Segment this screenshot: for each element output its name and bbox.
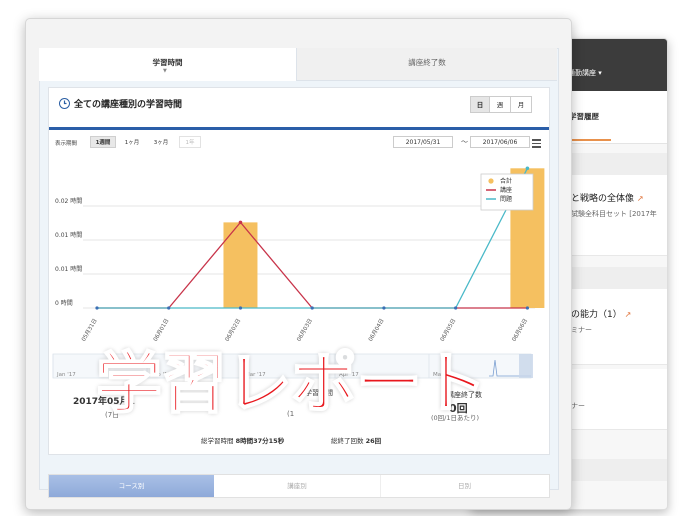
range-1year-button[interactable]: 1年 [179,136,201,148]
back-section-band [567,153,667,175]
external-link-icon: ↗ [636,194,644,203]
x-tick-label: 06月06日 [511,318,530,343]
tab-courses-completed[interactable]: 講座終了数 [297,48,557,81]
period-day-button[interactable]: 日 [470,96,490,113]
legend-label: 講座 [500,186,512,194]
tab-study-history[interactable]: 学習履歴 [569,111,599,122]
headline-title: 学習レポート [95,344,488,423]
period-month-button[interactable]: 月 [510,96,532,113]
back-item-subtitle: ミナー [571,326,592,334]
tab-study-time[interactable]: 学習時間 ▼ [39,48,297,81]
y-tick-label: 0.02 時間 [55,197,82,205]
back-item-subtitle: 試験全科目セット [2017年 [571,210,657,218]
tab-by-lecture[interactable]: 講座別 [214,475,381,497]
chart-menu-icon[interactable] [532,139,541,150]
navigator-label: Jan '17 [56,372,76,378]
range-1month-button[interactable]: 1ヶ月 [119,136,145,148]
active-tab-indicator [567,139,611,141]
data-point [310,306,314,310]
display-period-label: 表示期間 [55,141,78,147]
external-link-icon: ↗ [624,310,632,319]
card-title: 全ての講座種別の学習時間 [59,97,182,110]
date-from-input[interactable]: 2017/05/31 [393,136,453,148]
tab-by-course[interactable]: コース別 [49,475,214,497]
bar-total [223,222,258,308]
data-point [525,166,530,171]
y-tick-label: 0.01 時間 [55,231,82,239]
data-point [167,306,171,310]
period-week-button[interactable]: 週 [489,96,511,113]
main-window: 学習時間 ▼ 講座終了数 全ての講座種別の学習時間 日 週 月 表示期間 1週間… [25,18,572,510]
legend-marker [488,178,494,184]
tab-caret-icon: ▼ [163,68,167,74]
range-3month-button[interactable]: 3ヶ月 [148,136,174,148]
tab-by-day[interactable]: 日別 [380,475,549,497]
back-menu-dropdown[interactable]: 通勤講座 ▾ [568,68,602,78]
data-point [238,306,243,310]
back-section-band [567,459,667,481]
navigator-handle [519,354,533,378]
range-1week-button[interactable]: 1週間 [90,136,116,148]
legend-label: 問題 [500,196,512,203]
back-item-title[interactable]: の能力（1） ↗ [571,307,631,320]
back-list-item[interactable] [567,369,667,430]
report-tabs: 学習時間 ▼ 講座終了数 [39,48,557,81]
total-completed-count: 総終了回数 26回 [331,437,382,445]
data-point [238,220,243,225]
clock-icon [59,98,70,109]
date-to-input[interactable]: 2017/06/06 [470,136,530,148]
date-separator: 〜 [461,138,468,146]
data-point [454,306,458,310]
breakdown-tabs: コース別 講座別 日別 [48,474,550,498]
series-line-問題 [97,168,528,309]
back-item-title[interactable]: と戦略の全体像 ↗ [571,191,644,204]
back-item-subtitle: ナー [571,402,585,410]
data-point [382,306,386,310]
legend-label: 合計 [500,177,512,185]
data-point [95,306,99,310]
card-divider [49,127,549,130]
y-tick-label: 0 時間 [55,299,73,307]
data-point [525,306,529,310]
y-tick-label: 0.01 時間 [55,265,82,273]
back-section-band [567,267,667,289]
total-study-time: 総学習時間 8時間37分15秒 [201,437,285,445]
